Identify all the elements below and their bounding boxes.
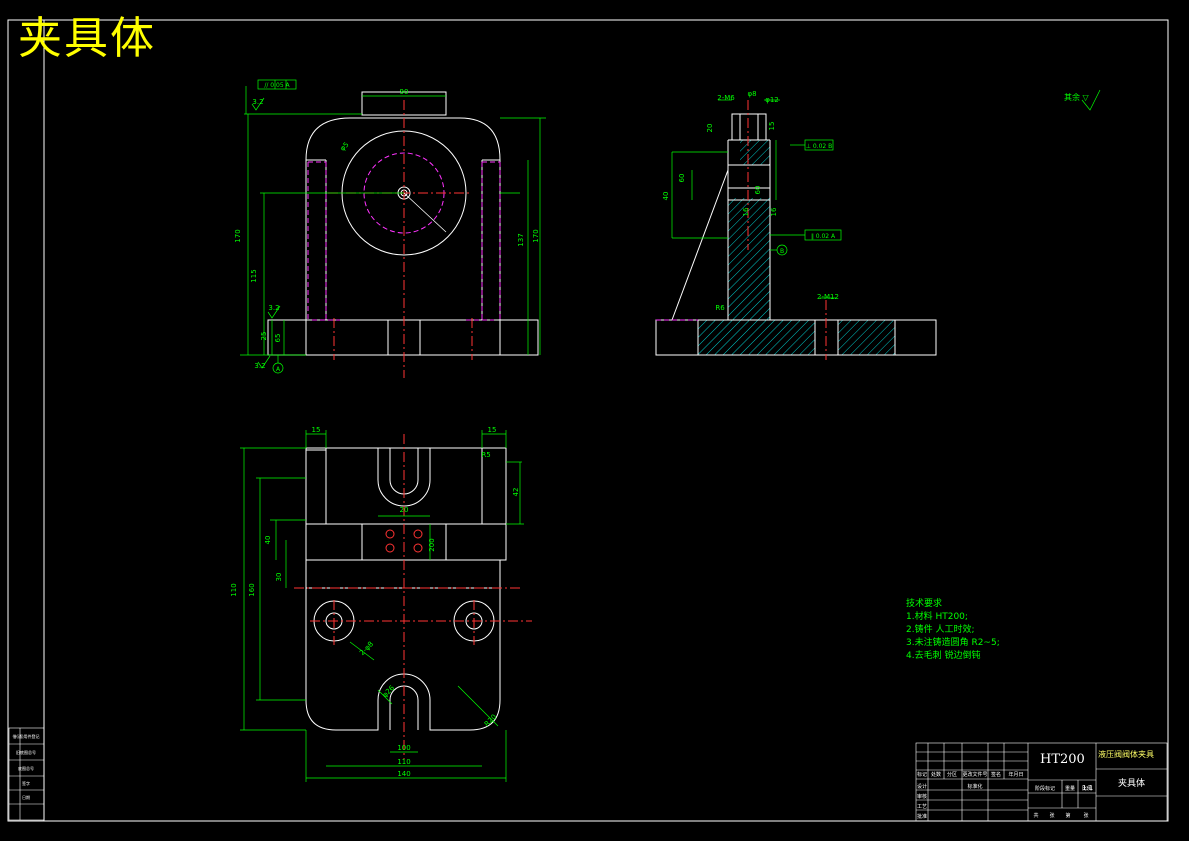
side-section-view	[655, 89, 1101, 360]
tech-item: 2.铸件 人工时效;	[906, 625, 975, 635]
scale-label: 1:1	[1082, 784, 1094, 792]
technical-requirements: 技术要求 1.材料 HT200; 2.铸件 人工时效; 3.未注铸造圆角 R2~…	[906, 598, 1000, 663]
sheet-border	[7, 19, 1169, 822]
tech-heading: 技术要求	[906, 599, 943, 609]
drawing-sheet	[7, 19, 1169, 822]
tech-item: 3.未注铸造圆角 R2~5;	[906, 638, 1000, 648]
org-label: 液压阀阀体夹具	[1098, 750, 1154, 759]
roughness-note: 其余 ▽	[1064, 93, 1089, 102]
tech-item: 4.去毛刺 锐边倒钝	[906, 651, 981, 661]
side-registration-table	[8, 727, 45, 821]
material-label: HT200	[1040, 752, 1085, 767]
top-view	[240, 430, 532, 782]
front-view	[240, 79, 546, 378]
part-name-label: 夹具体	[1118, 779, 1146, 789]
drawing-title: 夹具体	[18, 13, 156, 64]
tech-item: 1.材料 HT200;	[906, 612, 968, 622]
